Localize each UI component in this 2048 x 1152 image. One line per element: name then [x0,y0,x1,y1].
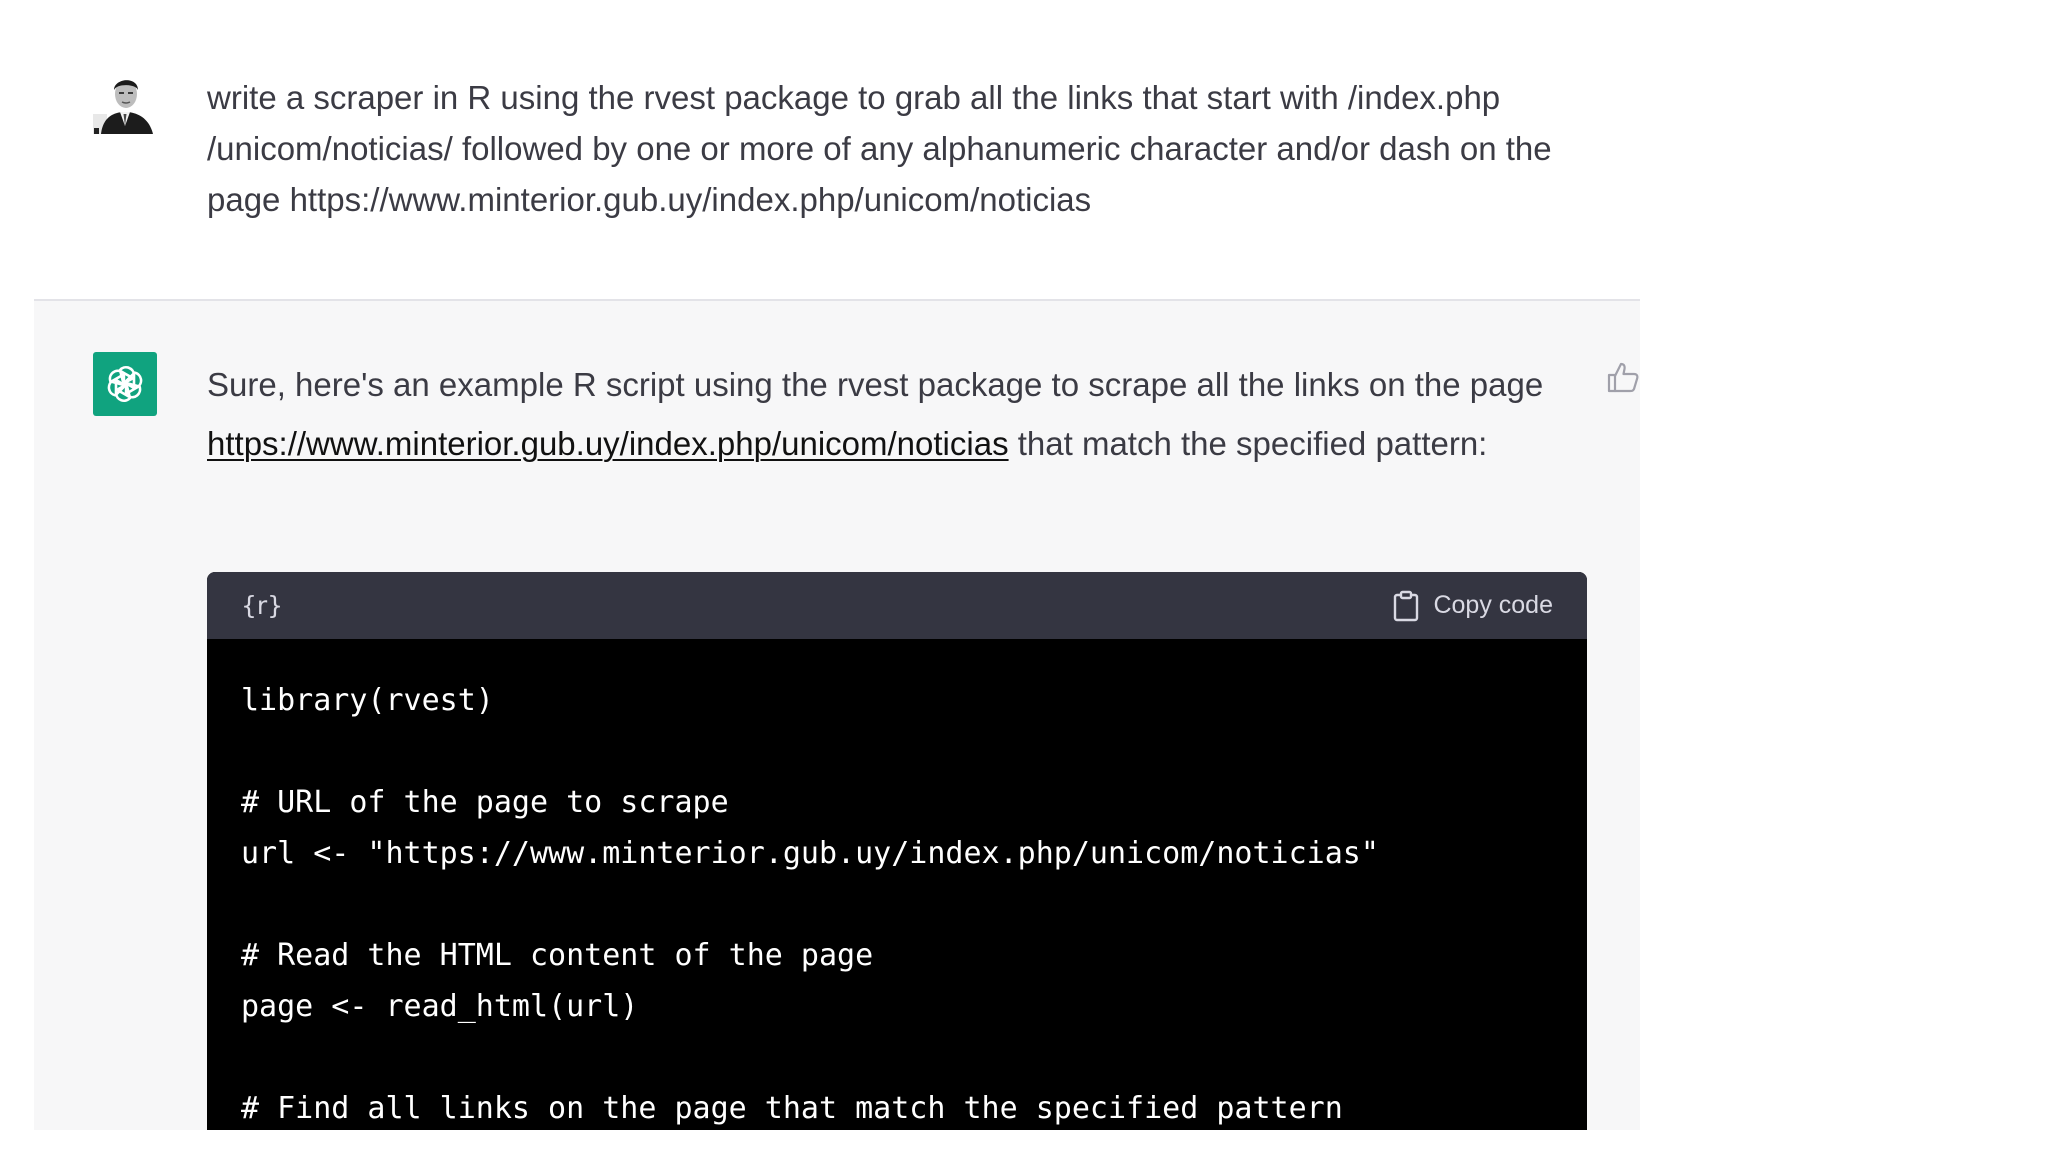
thumbs-up-icon[interactable] [1604,358,1640,398]
assistant-message-text: Sure, here's an example R script using t… [207,355,1587,473]
code-line: url <- "https://www.minterior.gub.uy/ind… [241,836,1379,871]
clipboard-icon [1394,590,1419,621]
page-url-link[interactable]: https://www.minterior.gub.uy/index.php/u… [207,425,1009,462]
assistant-intro-text: Sure, here's an example R script using t… [207,366,1544,403]
code-line: # URL of the page to scrape [241,785,729,820]
chat-page: write a scraper in R using the rvest pac… [0,0,2048,1152]
code-line: library(rvest) [241,683,494,718]
copy-code-label: Copy code [1433,591,1553,619]
openai-knot-icon [107,366,143,402]
user-avatar-photo-icon [93,70,157,134]
code-line: # Find all links on the page that match … [241,1091,1343,1126]
user-message-row: write a scraper in R using the rvest pac… [0,0,1640,300]
code-line: page <- read_html(url) [241,989,639,1024]
code-language-label: {r} [241,591,284,620]
user-message-text: write a scraper in R using the rvest pac… [207,79,1552,218]
code-line: # Read the HTML content of the page [241,938,874,973]
openai-logo-icon [93,352,157,416]
code-block: {r} Copy code library(rvest) # URL of th… [207,572,1587,1130]
copy-code-button[interactable]: Copy code [1393,590,1553,622]
assistant-intro-tail: that match the specified pattern: [1008,425,1488,462]
user-avatar [93,70,157,134]
code-body: library(rvest) # URL of the page to scra… [207,639,1587,1130]
code-header: {r} Copy code [207,572,1587,639]
